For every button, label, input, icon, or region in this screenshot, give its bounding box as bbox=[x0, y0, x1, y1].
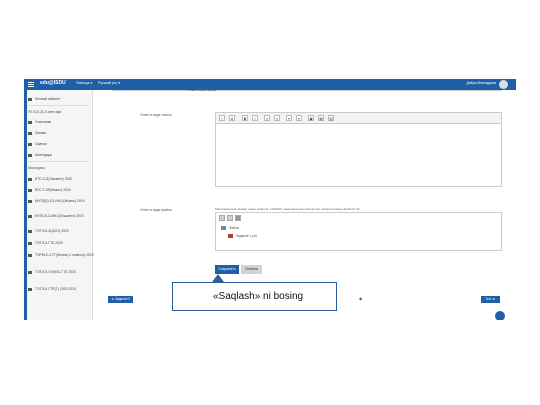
folder-icon[interactable] bbox=[221, 226, 226, 230]
file-icon[interactable]: ▥ bbox=[328, 115, 334, 121]
nav-language[interactable]: Русский (ru) ▾ bbox=[98, 81, 120, 85]
sidebar-item-my-courses[interactable]: Мои курсы bbox=[28, 166, 45, 170]
user-name[interactable]: Диёра Махмудова bbox=[466, 81, 496, 85]
sidebar-item-course-7[interactable]: ТЭРМ-Б-2-ГТ(Жизнь) 2 семестр 2019 bbox=[28, 253, 94, 257]
section-header: Ответ в виде файла bbox=[188, 88, 217, 92]
answer-text-label: Ответ в виде текста bbox=[140, 113, 172, 117]
slide-top-margin bbox=[0, 0, 540, 49]
home-icon bbox=[28, 97, 32, 101]
sidebar-item-grades[interactable]: Оценки bbox=[28, 142, 47, 146]
bullet-list-icon[interactable]: ≡ bbox=[264, 115, 270, 121]
sidebar-item-course-4[interactable]: КНТБ-Б-3-ИМ-3(Ташкент) 2019 bbox=[28, 214, 84, 218]
sidebar-edge bbox=[24, 90, 27, 320]
file-manager[interactable]: Файлы Задание 1.pdf bbox=[215, 212, 502, 251]
course-icon bbox=[28, 199, 32, 203]
cancel-button[interactable]: Отмена bbox=[241, 265, 262, 274]
answer-file-label: Ответ в виде файла bbox=[140, 208, 172, 212]
file-label[interactable]: Задание 1.pdf bbox=[236, 234, 257, 238]
course-icon bbox=[28, 177, 32, 181]
divider bbox=[28, 105, 88, 106]
info-icon[interactable]: i bbox=[219, 115, 225, 121]
editor-toolbar: i A B I ≡ ≡ ⚭ ⚭ ▣ ▤ ▥ bbox=[216, 113, 501, 124]
next-activity-button[interactable]: Тест ► bbox=[481, 296, 500, 303]
instruction-callout: «Saqlash» ni bosing bbox=[172, 282, 337, 311]
sidebar-item-course[interactable]: ЯТ-Б-5-21-9-ингл.фм bbox=[28, 110, 61, 114]
course-icon bbox=[28, 229, 32, 233]
media-icon[interactable]: ▤ bbox=[318, 115, 324, 121]
text-editor[interactable]: i A B I ≡ ≡ ⚭ ⚭ ▣ ▤ ▥ bbox=[215, 112, 502, 187]
course-icon bbox=[28, 287, 32, 291]
save-button[interactable]: Сохранить bbox=[215, 265, 239, 274]
link-icon[interactable]: ⚭ bbox=[286, 115, 292, 121]
image-icon[interactable]: ▣ bbox=[308, 115, 314, 121]
sidebar-item-calendar[interactable]: Календарь bbox=[28, 153, 52, 157]
course-icon bbox=[28, 270, 32, 274]
badge-icon bbox=[28, 131, 32, 135]
previous-activity-button[interactable]: ◄ Задание 2 bbox=[108, 296, 133, 303]
bold-icon[interactable]: B bbox=[242, 115, 248, 121]
download-icon[interactable] bbox=[235, 215, 241, 221]
callout-pointer bbox=[212, 274, 224, 282]
font-icon[interactable]: A bbox=[229, 115, 235, 121]
sidebar-item-badges[interactable]: Значки bbox=[28, 131, 46, 135]
site-logo[interactable]: edu@ISDU bbox=[40, 80, 66, 86]
top-navbar: edu@ISDU Помощь ▾ Русский (ru) ▾ Диёра М… bbox=[24, 79, 516, 90]
sidebar-item-course-3[interactable]: ИНТБ(Б) О1-ИМ-2(Жизнь) 2019 bbox=[28, 199, 85, 203]
menu-icon[interactable] bbox=[28, 82, 34, 87]
numbered-list-icon[interactable]: ≡ bbox=[274, 115, 280, 121]
unlink-icon[interactable]: ⚭ bbox=[296, 115, 302, 121]
add-file-icon[interactable] bbox=[219, 215, 225, 221]
course-icon bbox=[28, 253, 32, 257]
nav-help[interactable]: Помощь ▾ bbox=[76, 81, 92, 85]
sidebar-item-participants[interactable]: Участники bbox=[28, 120, 51, 124]
slide-bottom-margin bbox=[0, 353, 540, 405]
jump-to-marker[interactable]: ◆ bbox=[359, 296, 362, 301]
italic-icon[interactable]: I bbox=[252, 115, 258, 121]
users-icon bbox=[28, 120, 32, 124]
sidebar-item-course-8[interactable]: ТЭТЭ-Б-ГЕМЭС-ГТЕ 2020 bbox=[28, 270, 76, 274]
divider bbox=[28, 161, 88, 162]
sidebar-item-course-2[interactable]: ВТС-Т-09(Жизнь) 2020 bbox=[28, 188, 71, 192]
course-icon bbox=[28, 214, 32, 218]
sidebar: Личный кабинет ЯТ-Б-5-21-9-ингл.фм Участ… bbox=[24, 90, 94, 320]
sidebar-item-course-1[interactable]: БТС-С-8(Ташкент) 2020 bbox=[28, 177, 72, 181]
folder-label[interactable]: Файлы bbox=[229, 226, 239, 230]
sidebar-item-course-6[interactable]: ТЭТЭ-5-ГТЕ 2020 bbox=[28, 241, 63, 245]
sidebar-item-course-5[interactable]: ТЭТЭ-Б-4(2021) 2020 bbox=[28, 229, 69, 233]
calendar-icon bbox=[28, 153, 32, 157]
file-limits-note: Максимальный размер новых файлов: 10Мбай… bbox=[215, 207, 360, 211]
divider bbox=[112, 90, 502, 91]
grades-icon bbox=[28, 142, 32, 146]
course-icon bbox=[28, 241, 32, 245]
course-icon bbox=[28, 188, 32, 192]
sidebar-item-dashboard[interactable]: Личный кабинет bbox=[28, 97, 61, 101]
help-icon[interactable] bbox=[495, 311, 505, 320]
new-folder-icon[interactable] bbox=[227, 215, 233, 221]
pdf-file-icon[interactable] bbox=[228, 234, 233, 238]
avatar[interactable] bbox=[499, 80, 508, 89]
sidebar-item-course-9[interactable]: ТЭТЭ-Б-ГТЕ(Т) 2020 2020 bbox=[28, 287, 76, 291]
